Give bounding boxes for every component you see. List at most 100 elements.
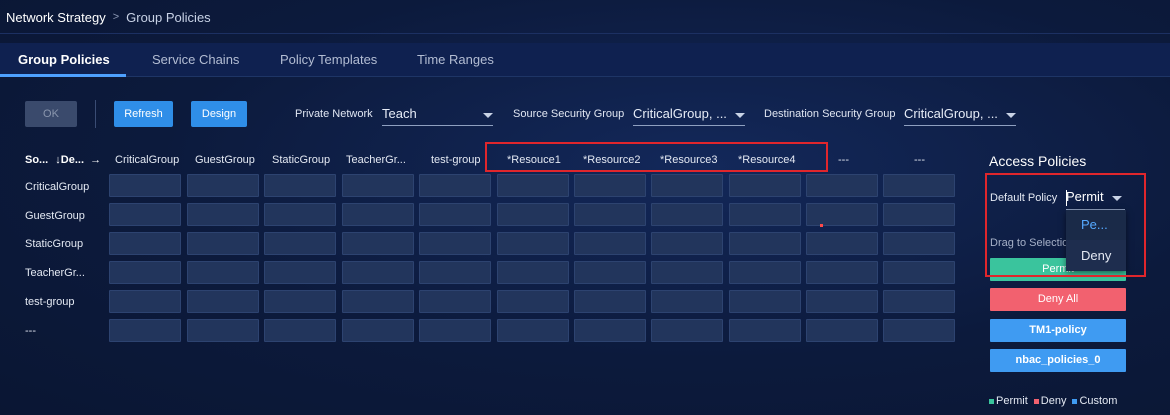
matrix-cell[interactable] (187, 261, 259, 284)
matrix-cell[interactable] (187, 319, 259, 342)
matrix-cell[interactable] (419, 232, 491, 255)
access-policies-title: Access Policies (989, 153, 1087, 169)
tab-time-ranges[interactable]: Time Ranges (417, 43, 494, 76)
matrix-cell[interactable] (883, 290, 955, 313)
matrix-cell[interactable] (342, 174, 414, 197)
matrix-cell[interactable] (729, 232, 801, 255)
matrix-cell[interactable] (497, 232, 569, 255)
matrix-cell[interactable] (651, 203, 723, 226)
matrix-cell[interactable] (729, 203, 801, 226)
matrix-cell[interactable] (574, 174, 646, 197)
matrix-cell[interactable] (109, 261, 181, 284)
matrix-cell[interactable] (651, 290, 723, 313)
matrix-cell[interactable] (419, 174, 491, 197)
matrix-cell[interactable] (497, 261, 569, 284)
matrix-cell[interactable] (497, 319, 569, 342)
tab-service-chains[interactable]: Service Chains (152, 43, 239, 76)
matrix-cell[interactable] (187, 174, 259, 197)
corner-source-label[interactable]: So... (25, 154, 48, 166)
row-header-teachergroup[interactable]: TeacherGr... (25, 267, 85, 279)
matrix-cell[interactable] (883, 261, 955, 284)
design-button[interactable]: Design (191, 101, 247, 127)
matrix-cell[interactable] (806, 261, 878, 284)
matrix-cell[interactable] (109, 290, 181, 313)
tab-policy-templates[interactable]: Policy Templates (280, 43, 377, 76)
matrix-cell[interactable] (187, 290, 259, 313)
row-header-test-group[interactable]: test-group (25, 296, 75, 308)
matrix-cell[interactable] (342, 261, 414, 284)
matrix-cell[interactable] (729, 261, 801, 284)
matrix-cell[interactable] (883, 203, 955, 226)
matrix-cell[interactable] (574, 319, 646, 342)
matrix-cell[interactable] (729, 174, 801, 197)
matrix-cell[interactable] (806, 319, 878, 342)
matrix-cell[interactable] (264, 203, 336, 226)
matrix-cell[interactable] (109, 319, 181, 342)
dest-group-label: Destination Security Group (764, 108, 896, 120)
dest-group-select[interactable]: CriticalGroup, ... (904, 104, 1016, 126)
matrix-cell[interactable] (264, 232, 336, 255)
private-network-select[interactable]: Teach (382, 104, 493, 126)
matrix-cell[interactable] (264, 290, 336, 313)
matrix-cell[interactable] (806, 232, 878, 255)
matrix-cell[interactable] (729, 319, 801, 342)
matrix-cell[interactable] (497, 174, 569, 197)
tab-group-policies[interactable]: Group Policies (18, 43, 110, 76)
matrix-cell[interactable] (651, 174, 723, 197)
matrix-cell[interactable] (574, 203, 646, 226)
row-header-guestgroup[interactable]: GuestGroup (25, 210, 85, 222)
matrix-cell[interactable] (651, 319, 723, 342)
row-header-staticgroup[interactable]: StaticGroup (25, 238, 83, 250)
matrix-cell[interactable] (651, 232, 723, 255)
matrix-cell[interactable] (574, 232, 646, 255)
matrix-cell[interactable] (574, 290, 646, 313)
tab-bar: Group Policies Service Chains Policy Tem… (0, 43, 1170, 76)
matrix-cell[interactable] (806, 290, 878, 313)
source-group-value: CriticalGroup, ... (633, 106, 727, 121)
matrix-cell[interactable] (187, 232, 259, 255)
matrix-cell[interactable] (264, 261, 336, 284)
matrix-cell[interactable] (342, 290, 414, 313)
matrix-cell[interactable] (497, 290, 569, 313)
source-group-select[interactable]: CriticalGroup, ... (633, 104, 745, 126)
column-header-guestgroup[interactable]: GuestGroup (195, 154, 255, 166)
row-header-empty[interactable]: --- (25, 325, 36, 337)
matrix-cell[interactable] (109, 203, 181, 226)
matrix-cell[interactable] (109, 232, 181, 255)
matrix-cell[interactable] (651, 261, 723, 284)
column-header-teachergroup[interactable]: TeacherGr... (346, 154, 406, 166)
matrix-cell[interactable] (187, 203, 259, 226)
matrix-cell[interactable] (419, 319, 491, 342)
column-header-staticgroup[interactable]: StaticGroup (272, 154, 330, 166)
matrix-cell[interactable] (883, 319, 955, 342)
matrix-cell[interactable] (497, 203, 569, 226)
row-header-criticalgroup[interactable]: CriticalGroup (25, 181, 89, 193)
matrix-cell[interactable] (419, 290, 491, 313)
matrix-cell[interactable] (342, 203, 414, 226)
matrix-cell[interactable] (264, 174, 336, 197)
column-header-test-group[interactable]: test-group (431, 154, 481, 166)
matrix-cell[interactable] (419, 203, 491, 226)
tm1-policy-item[interactable]: TM1-policy (990, 319, 1126, 342)
matrix-cell[interactable] (109, 174, 181, 197)
matrix-cell[interactable] (883, 174, 955, 197)
refresh-button[interactable]: Refresh (114, 101, 173, 127)
column-header-empty[interactable]: --- (914, 154, 925, 166)
ok-button[interactable]: OK (25, 101, 77, 127)
matrix-cell[interactable] (342, 319, 414, 342)
matrix-cell[interactable] (883, 232, 955, 255)
matrix-cell[interactable] (806, 203, 878, 226)
corner-dest-label[interactable]: De... (61, 154, 84, 166)
matrix-cell[interactable] (729, 290, 801, 313)
matrix-cell[interactable] (806, 174, 878, 197)
column-header-empty[interactable]: --- (838, 154, 849, 166)
breadcrumb-network-strategy[interactable]: Network Strategy (6, 10, 106, 25)
matrix-cell[interactable] (574, 261, 646, 284)
deny-all-policy-item[interactable]: Deny All (990, 288, 1126, 311)
nbac-policy-item[interactable]: nbac_policies_0 (990, 349, 1126, 372)
matrix-cell[interactable] (264, 319, 336, 342)
policy-legend: Permit Deny Custom (989, 395, 1123, 407)
column-header-criticalgroup[interactable]: CriticalGroup (115, 154, 179, 166)
matrix-cell[interactable] (342, 232, 414, 255)
matrix-cell[interactable] (419, 261, 491, 284)
